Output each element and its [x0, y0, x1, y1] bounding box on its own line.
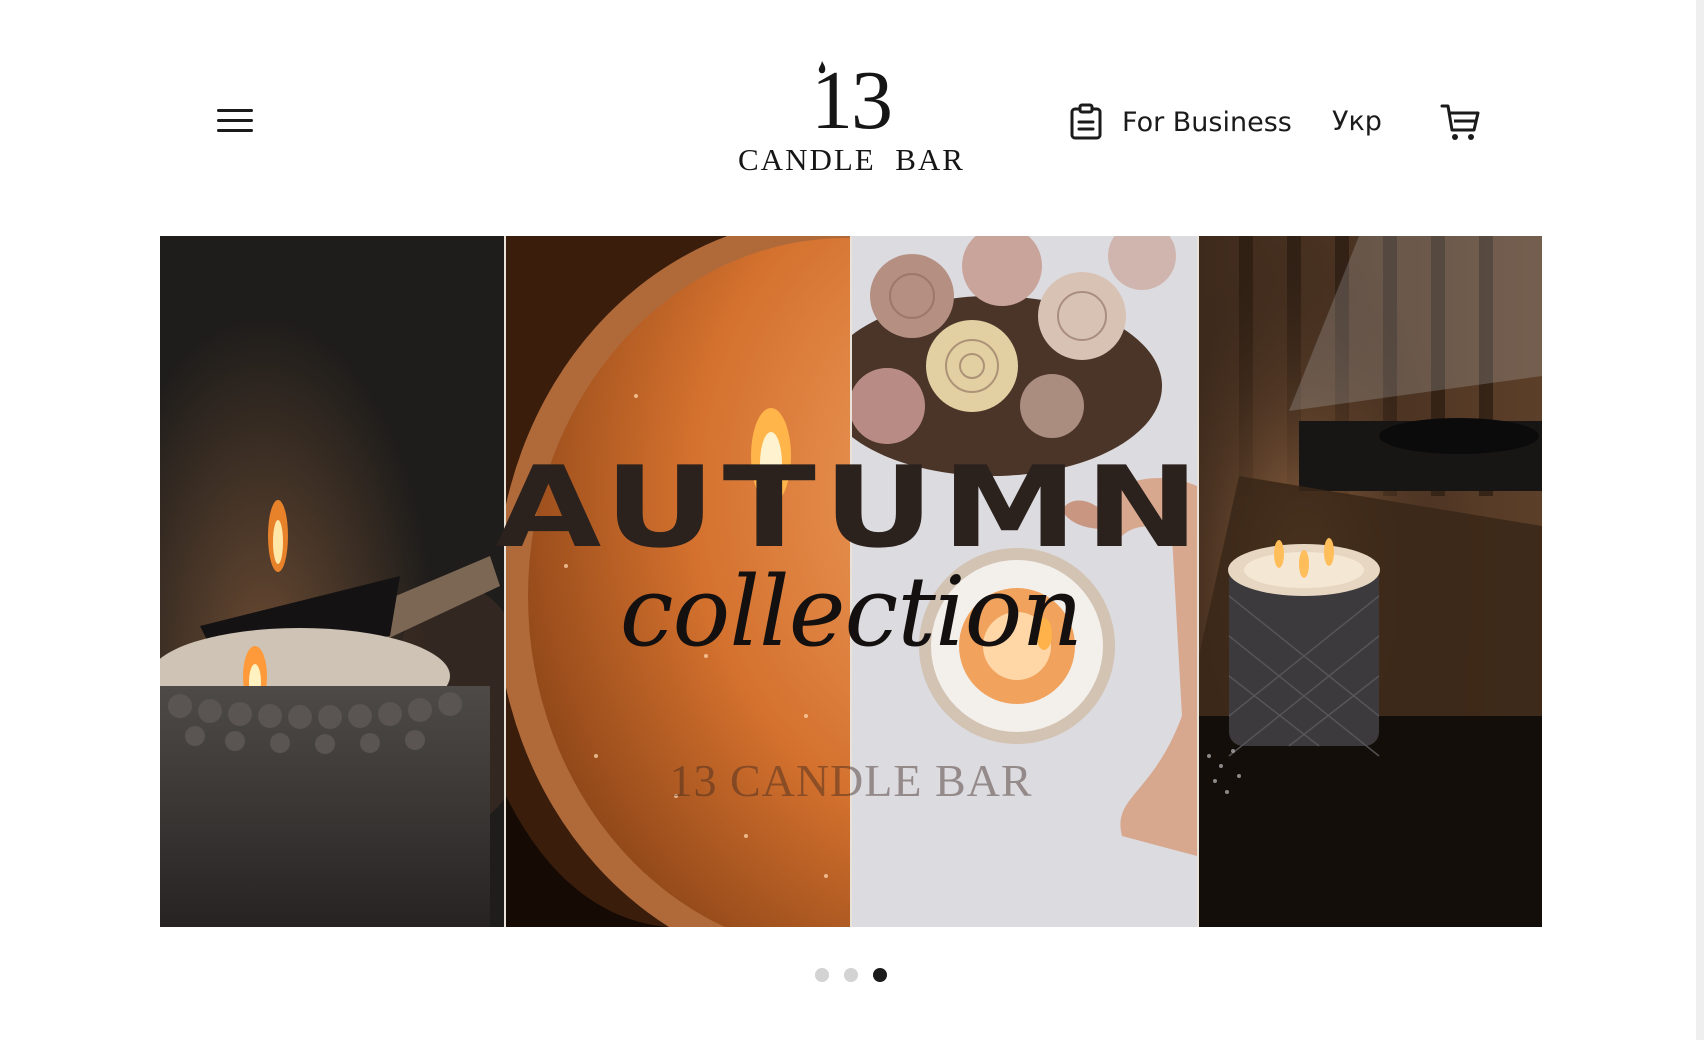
shopping-cart-icon — [1440, 104, 1480, 140]
cart-button[interactable] — [1438, 100, 1482, 144]
for-business-label: For Business — [1122, 106, 1292, 138]
logo-flame-icon — [818, 61, 826, 74]
site-logo[interactable]: 13 CANDLE BAR — [738, 58, 964, 188]
hamburger-menu-icon — [217, 109, 253, 112]
carousel-dot-1[interactable] — [815, 968, 829, 982]
site-header: 13 CANDLE BAR For Business Укр — [0, 0, 1696, 230]
hero-brand-text: 13 CANDLE BAR — [669, 755, 1033, 806]
language-switch[interactable]: Укр — [1332, 100, 1382, 144]
carousel-pagination — [815, 968, 887, 982]
carousel-dot-2[interactable] — [844, 968, 858, 982]
for-business-link[interactable]: For Business — [1068, 100, 1292, 144]
carousel-dot-3[interactable] — [873, 968, 887, 982]
logo-number: 13 — [738, 58, 964, 144]
page-scrollbar[interactable] — [1696, 0, 1704, 1040]
clipboard-icon — [1070, 103, 1102, 140]
menu-button[interactable] — [214, 104, 256, 136]
hero-title: AUTUMN — [495, 443, 1207, 573]
hero-banner[interactable]: AUTUMN collection 13 CANDLE BAR — [160, 236, 1542, 927]
logo-wordmark: CANDLE BAR — [738, 142, 965, 177]
hamburger-menu-icon-line — [217, 129, 253, 132]
hero-subtitle-script: collection — [619, 556, 1083, 668]
hamburger-menu-icon-line — [217, 119, 253, 122]
